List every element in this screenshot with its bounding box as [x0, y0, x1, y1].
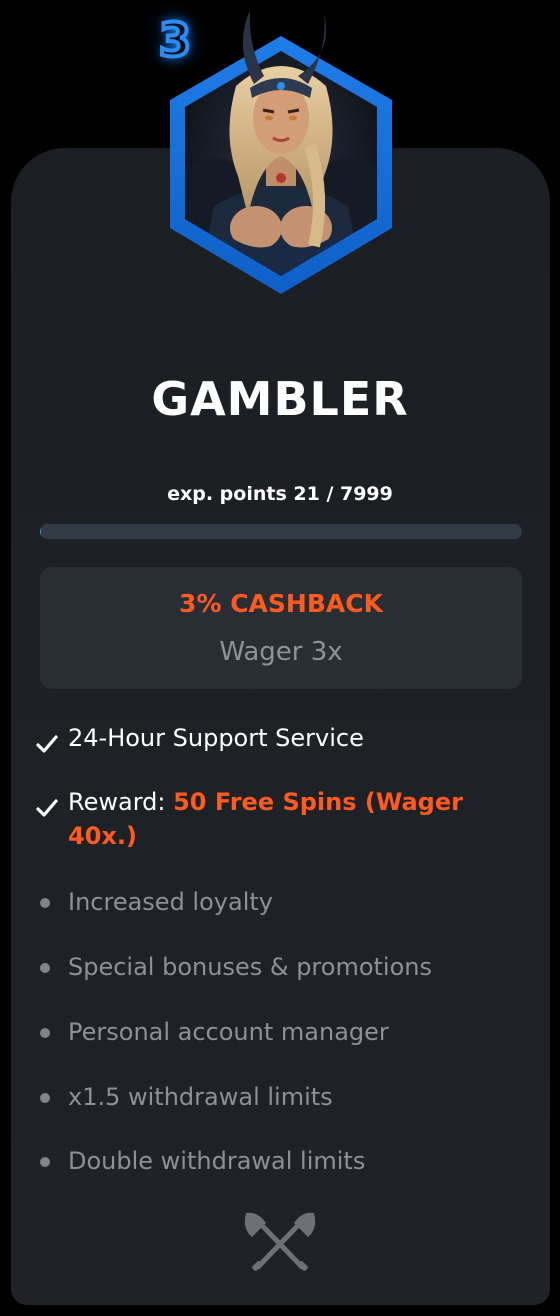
bullet-icon: [40, 1093, 50, 1103]
feature-label: Increased loyalty: [68, 888, 273, 916]
feature-label: x1.5 withdrawal limits: [68, 1083, 333, 1111]
feature-label: Reward: 50 Free Spins (Wager 40x.): [68, 785, 508, 853]
check-icon: [36, 729, 58, 753]
bullet-icon: [40, 898, 50, 908]
cashback-wager: Wager 3x: [219, 637, 343, 667]
exp-progress-bar: [40, 524, 522, 539]
cashback-box: 3% CASHBACK Wager 3x: [40, 567, 522, 689]
bullet-icon: [40, 963, 50, 973]
feature-label: 24-Hour Support Service: [68, 724, 364, 752]
feature-label: Personal account manager: [68, 1018, 389, 1046]
feature-label: Double withdrawal limits: [68, 1147, 366, 1175]
cashback-title: 3% CASHBACK: [179, 589, 383, 618]
feature-label: Special bonuses & promotions: [68, 953, 432, 981]
level-number-badge: 3: [157, 11, 193, 69]
level-title: GAMBLER: [151, 372, 409, 426]
feature-label-prefix: Reward:: [68, 788, 174, 816]
bullet-icon: [40, 1028, 50, 1038]
check-icon: [36, 793, 58, 817]
bullet-icon: [40, 1157, 50, 1167]
exp-points-text: exp. points 21 / 7999: [167, 483, 393, 505]
crossed-axes-icon: [240, 1207, 320, 1273]
